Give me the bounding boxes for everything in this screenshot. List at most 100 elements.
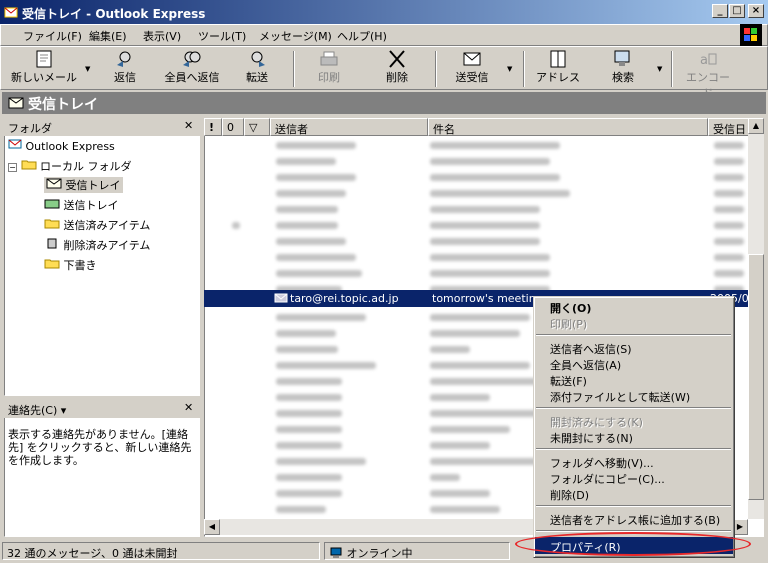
envelope-icon bbox=[274, 293, 288, 303]
status-online: オンライン中 bbox=[324, 542, 510, 560]
menu-separator bbox=[536, 448, 731, 450]
menu-item-mark-read[interactable]: 開封済みにする(K) bbox=[550, 414, 643, 430]
menu-view[interactable]: 表示(V) bbox=[143, 28, 181, 44]
menu-item-reply-all[interactable]: 全員へ返信(A) bbox=[550, 357, 621, 373]
menu-bar: ファイル(F) 編集(E) 表示(V) ツール(T) メッセージ(M) ヘルプ(… bbox=[0, 24, 768, 46]
table-row[interactable] bbox=[204, 153, 752, 169]
column-attachment[interactable]: 0 bbox=[222, 118, 244, 136]
encode-button[interactable]: a エンコード bbox=[681, 49, 735, 100]
tree-item-local-folders[interactable]: − ローカル フォルダ bbox=[8, 158, 132, 174]
close-icon[interactable]: ✕ bbox=[184, 401, 193, 414]
scroll-left-icon[interactable]: ◀ bbox=[204, 519, 220, 535]
toolbar-separator bbox=[293, 51, 295, 87]
tree-label: 削除済みアイテム bbox=[63, 239, 151, 252]
new-mail-dropdown-icon[interactable]: ▼ bbox=[85, 65, 90, 73]
folder-icon bbox=[21, 160, 36, 170]
find-button[interactable]: 検索 bbox=[601, 49, 645, 89]
menu-help[interactable]: ヘルプ(H) bbox=[337, 28, 387, 44]
column-priority[interactable]: ! bbox=[204, 118, 222, 136]
menu-tools[interactable]: ツール(T) bbox=[198, 28, 246, 44]
contacts-pane-header: 連絡先(C) ▾ ✕ bbox=[4, 400, 200, 418]
menu-item-print[interactable]: 印刷(P) bbox=[550, 316, 587, 332]
reply-button[interactable]: 返信 bbox=[105, 49, 145, 89]
menu-separator bbox=[536, 505, 731, 507]
print-button[interactable]: 印刷 bbox=[307, 49, 351, 89]
table-row[interactable] bbox=[204, 217, 752, 233]
menu-item-forward[interactable]: 転送(F) bbox=[550, 373, 587, 389]
inbox-icon bbox=[8, 96, 24, 114]
maximize-button[interactable]: □ bbox=[729, 4, 745, 18]
addresses-label: アドレス bbox=[536, 71, 580, 84]
forward-button[interactable]: 転送 bbox=[237, 49, 277, 89]
tree-item-outlook-express[interactable]: Outlook Express bbox=[8, 138, 115, 153]
menu-item-reply-sender[interactable]: 送信者へ返信(S) bbox=[550, 341, 632, 357]
current-folder-header: 受信トレイ bbox=[2, 92, 766, 114]
menu-separator bbox=[536, 407, 731, 409]
menu-item-open[interactable]: 開く(O) bbox=[550, 300, 591, 316]
window-title: 受信トレイ - Outlook Express bbox=[22, 7, 206, 21]
menu-item-move-to-folder[interactable]: フォルダへ移動(V)... bbox=[550, 455, 654, 471]
reply-all-button[interactable]: 全員へ返信 bbox=[159, 49, 225, 89]
online-computer-icon bbox=[330, 547, 342, 558]
toolbar: 新しいメール ▼ 返信 全員へ返信 転送 印刷 削除 送受信 ▼ アドレス 検索… bbox=[0, 46, 768, 100]
find-dropdown-icon[interactable]: ▼ bbox=[657, 65, 662, 73]
delete-button[interactable]: 削除 bbox=[375, 49, 419, 89]
send-receive-icon bbox=[463, 52, 481, 66]
tree-label: ローカル フォルダ bbox=[40, 160, 132, 173]
table-row[interactable] bbox=[204, 201, 752, 217]
tree-item-deleted-items[interactable]: 削除済みアイテム bbox=[44, 237, 150, 253]
find-icon bbox=[614, 50, 630, 66]
close-icon[interactable]: ✕ bbox=[184, 119, 193, 132]
print-label: 印刷 bbox=[318, 71, 340, 84]
menu-message[interactable]: メッセージ(M) bbox=[259, 28, 332, 44]
column-subject[interactable]: 件名 bbox=[428, 118, 708, 136]
toolbar-separator bbox=[435, 51, 437, 87]
tree-item-drafts[interactable]: 下書き bbox=[44, 257, 97, 273]
title-bar[interactable]: 受信トレイ - Outlook Express _ □ × bbox=[0, 0, 768, 24]
send-receive-button[interactable]: 送受信 bbox=[447, 49, 497, 89]
menu-item-forward-attachment[interactable]: 添付ファイルとして転送(W) bbox=[550, 389, 690, 405]
forward-label: 転送 bbox=[246, 71, 268, 84]
new-mail-label: 新しいメール bbox=[11, 71, 77, 84]
menu-file[interactable]: ファイル(F) bbox=[23, 28, 82, 44]
table-row[interactable] bbox=[204, 265, 752, 281]
drafts-icon bbox=[44, 259, 60, 269]
trash-icon bbox=[47, 238, 57, 249]
scroll-thumb[interactable] bbox=[748, 254, 764, 500]
forward-icon bbox=[251, 51, 265, 67]
tree-item-outbox[interactable]: 送信トレイ bbox=[44, 197, 119, 213]
table-row[interactable] bbox=[204, 249, 752, 265]
menu-item-mark-unread[interactable]: 未開封にする(N) bbox=[550, 430, 633, 446]
status-online-label: オンライン中 bbox=[346, 547, 413, 560]
collapse-icon[interactable]: − bbox=[8, 163, 17, 172]
reply-label: 返信 bbox=[114, 71, 136, 84]
addresses-button[interactable]: アドレス bbox=[533, 49, 583, 89]
menu-item-copy-to-folder[interactable]: フォルダにコピー(C)... bbox=[550, 471, 665, 487]
find-label: 検索 bbox=[612, 71, 634, 84]
column-received[interactable]: 受信日 bbox=[708, 118, 752, 136]
contacts-dropdown[interactable]: 連絡先(C) ▾ bbox=[8, 402, 66, 418]
tree-item-inbox[interactable]: 受信トレイ bbox=[44, 177, 123, 193]
menu-item-add-sender-to-address-book[interactable]: 送信者をアドレス帳に追加する(B) bbox=[550, 512, 720, 528]
column-flag[interactable]: ▽ bbox=[244, 118, 270, 136]
tree-item-sent-items[interactable]: 送信済みアイテム bbox=[44, 217, 150, 233]
toolbar-separator bbox=[523, 51, 525, 87]
close-button[interactable]: × bbox=[748, 4, 764, 18]
menu-edit[interactable]: 編集(E) bbox=[89, 28, 127, 44]
vertical-scrollbar[interactable]: ▲ bbox=[748, 118, 764, 519]
status-message-count: 32 通のメッセージ、0 通は未開封 bbox=[2, 542, 320, 560]
minimize-button[interactable]: _ bbox=[712, 4, 728, 18]
scroll-up-icon[interactable]: ▲ bbox=[748, 118, 764, 134]
outlook-express-icon bbox=[8, 139, 22, 149]
menu-item-delete[interactable]: 削除(D) bbox=[550, 487, 589, 503]
send-receive-dropdown-icon[interactable]: ▼ bbox=[507, 65, 512, 73]
contacts-pane bbox=[4, 400, 200, 537]
new-mail-button[interactable]: 新しいメール bbox=[9, 49, 79, 89]
table-row[interactable] bbox=[204, 169, 752, 185]
table-row[interactable] bbox=[204, 137, 752, 153]
column-from[interactable]: 送信者 bbox=[270, 118, 428, 136]
tree-label: 送信トレイ bbox=[63, 199, 119, 212]
send-receive-label: 送受信 bbox=[455, 71, 489, 84]
table-row[interactable] bbox=[204, 233, 752, 249]
table-row[interactable] bbox=[204, 185, 752, 201]
